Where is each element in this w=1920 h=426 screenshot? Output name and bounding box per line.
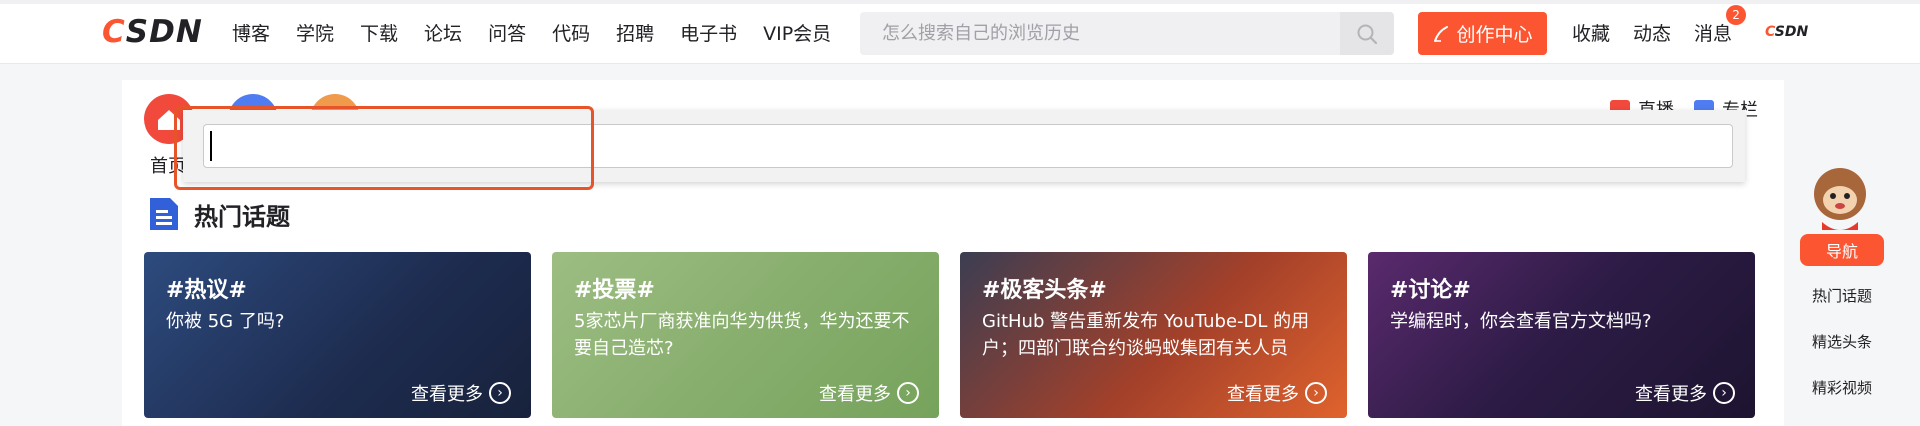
view-more-link[interactable]: 查看更多 › [819,380,919,406]
search-input[interactable] [860,12,1342,55]
view-more-link[interactable]: 查看更多 › [1227,380,1327,406]
mini-logo-letters: SDN [1774,24,1809,40]
chevron-right-icon: › [489,382,511,404]
card-tag: #热议# [166,278,247,303]
nav-item-blog[interactable]: 博客 [232,19,270,46]
topic-card-vote[interactable]: #投票# 5家芯片厂商获准向华为供货，华为还要不要自己造芯? 查看更多 › [552,252,939,418]
create-center-button[interactable]: 创作中心 [1418,12,1547,55]
focus-highlight-box [174,106,594,190]
nav-item-forum[interactable]: 论坛 [424,19,462,46]
chevron-right-icon: › [1305,382,1327,404]
topic-card-geek[interactable]: #极客头条# GitHub 警告重新发布 YouTube-DL 的用户；四部门联… [960,252,1347,418]
sidebar-item-hot-topics[interactable]: 热门话题 [1800,282,1884,328]
chevron-right-icon: › [897,382,919,404]
nav-item-academy[interactable]: 学院 [296,19,334,46]
view-more-link[interactable]: 查看更多 › [1635,380,1735,406]
nav-item-messages[interactable]: 消息 2 [1694,4,1747,46]
card-tag: #讨论# [1390,278,1471,303]
card-desc: 你被 5G 了吗? [166,311,285,332]
nav-item-download[interactable]: 下载 [360,19,398,46]
nav-item-jobs[interactable]: 招聘 [616,19,654,46]
nav-item-qa[interactable]: 问答 [488,19,526,46]
nav-item-ebook[interactable]: 电子书 [680,19,737,46]
nav-item-code[interactable]: 代码 [552,19,590,46]
view-more-label: 查看更多 [1635,384,1707,405]
nav-guide-button[interactable]: 导航 [1800,234,1884,266]
mini-logo-letter-c: C [1765,24,1775,40]
view-more-link[interactable]: 查看更多 › [411,380,511,406]
user-avatar-logo[interactable]: CSDN [1765,24,1808,40]
create-center-label: 创作中心 [1456,24,1533,46]
chevron-right-icon: › [1713,382,1735,404]
top-navbar: CSDN 博客 学院 下载 论坛 问答 代码 招聘 电子书 VIP会员 创作中心… [0,0,1920,64]
logo-letters: SDN [125,14,203,50]
csdn-logo[interactable]: C SDN [102,14,203,50]
search-button[interactable] [1340,12,1394,55]
nav-item-vip[interactable]: VIP会员 [763,19,831,46]
sidebar-links: 热门话题 精选头条 精彩视频 [1800,282,1884,420]
search-icon [1357,24,1378,44]
card-desc: 学编程时，你会查看官方文档吗? [1390,311,1652,332]
sidebar-item-headlines[interactable]: 精选头条 [1800,328,1884,374]
hot-topics-heading: 热门话题 [148,196,290,232]
document-icon [150,198,178,230]
messages-label: 消息 [1694,22,1733,45]
topic-card-hot[interactable]: #热议# 你被 5G 了吗? 查看更多 › [144,252,531,418]
nav-item-activity[interactable]: 动态 [1633,19,1671,46]
message-count-badge: 2 [1726,4,1747,25]
view-more-label: 查看更多 [411,384,483,405]
monkey-mascot-icon [1814,168,1866,230]
nav-item-favorites[interactable]: 收藏 [1572,19,1610,46]
card-tag: #投票# [574,278,655,303]
user-nav: 收藏 动态 消息 2 [1572,0,1755,64]
sidebar-item-videos[interactable]: 精彩视频 [1800,374,1884,420]
card-tag: #极客头条# [982,278,1107,303]
view-more-label: 查看更多 [1227,384,1299,405]
card-desc: GitHub 警告重新发布 YouTube-DL 的用户；四部门联合约谈蚂蚁集团… [982,311,1310,359]
hot-topics-title: 热门话题 [194,202,290,231]
view-more-label: 查看更多 [819,384,891,405]
topic-card-discuss[interactable]: #讨论# 学编程时，你会查看官方文档吗? 查看更多 › [1368,252,1755,418]
pen-icon [1434,25,1449,42]
card-desc: 5家芯片厂商获准向华为供货，华为还要不要自己造芯? [574,311,910,359]
main-nav: 博客 学院 下载 论坛 问答 代码 招聘 电子书 VIP会员 [232,0,857,64]
header-search [860,12,1394,55]
logo-letter-c: C [102,14,126,50]
